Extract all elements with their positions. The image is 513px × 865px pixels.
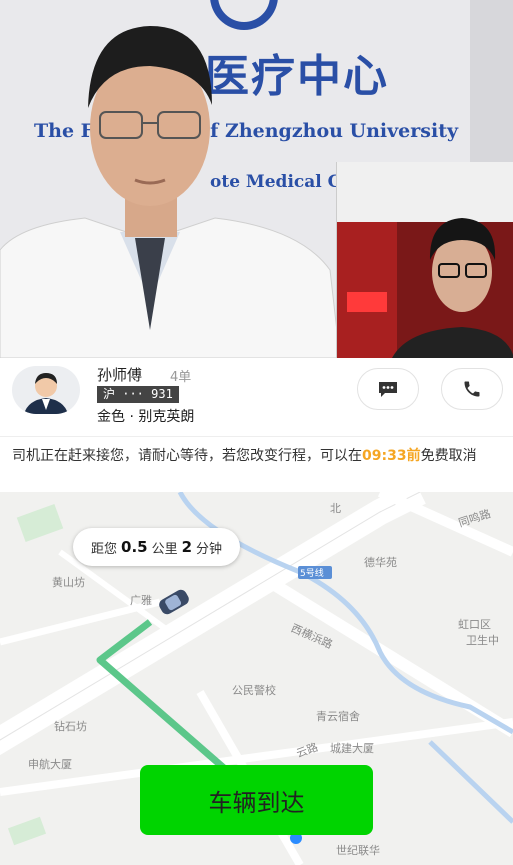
driver-avatar-icon bbox=[24, 373, 68, 414]
notice-text-before: 司机正在赶来接您，请耐心等待，若您改变行程，可以在 bbox=[12, 448, 362, 464]
free-cancel-time: 09:33前 bbox=[362, 448, 421, 464]
map-label-chengjian: 城建大厦 bbox=[330, 742, 374, 755]
driver-order-count: 4单 bbox=[170, 370, 192, 385]
map-label-qingyun: 青云宿舍 bbox=[316, 710, 360, 723]
driver-avatar bbox=[12, 366, 80, 414]
map-label-bei: 北 bbox=[330, 502, 341, 515]
pickup-notice: 司机正在赶来接您，请耐心等待，若您改变行程，可以在09:33前免费取消 bbox=[0, 436, 513, 492]
eta-distance-unit: 公里 bbox=[151, 541, 178, 557]
driver-card: 孙师傅 4单 沪 ··· 931 金色 · 别克英朗 bbox=[0, 358, 513, 436]
car-description: 金色 · 别克英朗 bbox=[97, 409, 195, 425]
license-plate: 沪 ··· 931 bbox=[97, 386, 179, 403]
message-icon bbox=[379, 382, 397, 397]
map-label-dehuayuan: 德华苑 bbox=[364, 556, 397, 569]
self-video-figure bbox=[337, 162, 513, 358]
map-label-hongkou: 虹口区 bbox=[458, 618, 491, 631]
eta-minutes: 2 bbox=[181, 538, 193, 556]
eta-minutes-unit: 分钟 bbox=[196, 541, 223, 557]
phone-icon bbox=[464, 381, 480, 397]
map-label-guangya: 广雅 bbox=[130, 594, 152, 607]
eta-distance: 0.5 bbox=[121, 538, 148, 556]
map-label-health-center: 卫生中 bbox=[466, 634, 499, 647]
notice-text-after: 免费取消 bbox=[420, 448, 477, 464]
doctor-figure bbox=[0, 26, 340, 358]
self-video-preview[interactable] bbox=[336, 162, 513, 358]
driver-name: 孙师傅 bbox=[97, 366, 143, 384]
call-driver-button[interactable] bbox=[441, 368, 503, 410]
map-label-shenhang: 申航大厦 bbox=[28, 758, 72, 771]
map-label-shiji: 世纪联华 bbox=[336, 844, 380, 857]
ride-video-call-screen: 医疗中心 The F Hospital of Zhengzhou Univers… bbox=[0, 0, 513, 865]
eta-prefix: 距您 bbox=[91, 541, 118, 557]
eta-bubble: 距您 0.5 公里 2 分钟 bbox=[73, 528, 241, 566]
map-label-huangshanfang: 黄山坊 bbox=[52, 576, 85, 589]
map-label-bus-tag: 5号线 bbox=[300, 569, 324, 579]
map-label-zuanshifang: 钻石坊 bbox=[54, 720, 87, 733]
remote-video: 医疗中心 The F Hospital of Zhengzhou Univers… bbox=[0, 0, 513, 358]
vehicle-arrived-button[interactable]: 车辆到达 bbox=[140, 765, 373, 835]
map-label-police-school: 公民警校 bbox=[232, 684, 276, 697]
message-driver-button[interactable] bbox=[357, 368, 419, 410]
